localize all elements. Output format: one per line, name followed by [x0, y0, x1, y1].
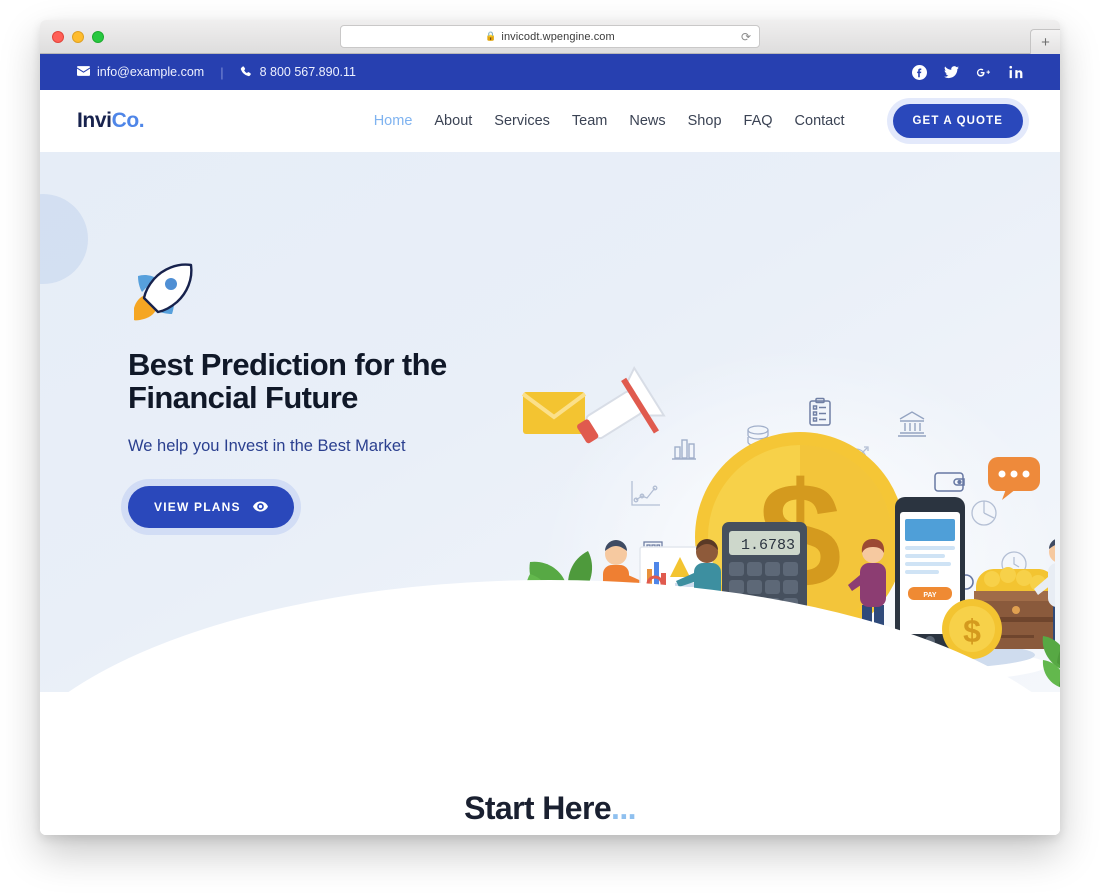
hero-heading-line1: Best Prediction for the	[128, 347, 447, 382]
envelope-icon	[77, 65, 90, 79]
email-text: info@example.com	[97, 65, 205, 79]
start-here-text: Start Here	[464, 790, 612, 826]
reload-icon[interactable]: ⟳	[741, 30, 751, 44]
phone-text: 8 800 567.890.11	[259, 65, 356, 79]
rocket-icon	[128, 262, 198, 324]
phone-contact[interactable]: 8 800 567.890.11	[240, 65, 356, 79]
nav-item-services[interactable]: Services	[494, 113, 550, 129]
decorative-circle	[40, 194, 88, 284]
eye-icon	[252, 501, 268, 512]
page-viewport: info@example.com | 8 800 567.890.11 Invi…	[40, 54, 1060, 835]
start-here-dots: ...	[611, 790, 636, 826]
nav-item-home[interactable]: Home	[374, 113, 413, 129]
main-navbar: InviCo. Home About Services Team News Sh…	[40, 90, 1060, 152]
minimize-window-button[interactable]	[72, 31, 84, 43]
nav-item-shop[interactable]: Shop	[688, 113, 722, 129]
social-links	[912, 64, 1023, 80]
nav-item-about[interactable]: About	[434, 113, 472, 129]
phone-icon	[240, 65, 253, 79]
phone-pay-label: PAY	[923, 592, 937, 599]
logo-accent-text: Co.	[111, 109, 145, 132]
url-text: invicodt.wpengine.com	[501, 30, 615, 43]
email-contact[interactable]: info@example.com	[77, 65, 204, 79]
google-plus-icon[interactable]	[976, 65, 991, 80]
browser-titlebar: 🔒 invicodt.wpengine.com ⟳ +	[40, 20, 1060, 54]
calculator-display: 1.6783	[741, 537, 795, 554]
facebook-icon[interactable]	[912, 64, 927, 80]
close-window-button[interactable]	[52, 31, 64, 43]
start-here-title: Start Here...	[464, 790, 636, 827]
start-here-section: Start Here...	[40, 692, 1060, 835]
contact-info-group: info@example.com | 8 800 567.890.11	[77, 65, 356, 80]
hero-heading-line2: Financial Future	[128, 380, 358, 416]
linkedin-icon[interactable]	[1008, 65, 1023, 80]
hero-section: $ $	[40, 152, 1060, 692]
site-logo[interactable]: InviCo.	[77, 109, 145, 133]
primary-menu: Home About Services Team News Shop FAQ C…	[374, 104, 1023, 138]
nav-item-team[interactable]: Team	[572, 113, 607, 129]
logo-primary-text: Invi	[77, 109, 112, 132]
maximize-window-button[interactable]	[92, 31, 104, 43]
nav-item-faq[interactable]: FAQ	[744, 113, 773, 129]
svg-text:$: $	[963, 613, 981, 649]
top-contact-bar: info@example.com | 8 800 567.890.11	[40, 54, 1060, 90]
palm-plant	[1028, 622, 1060, 692]
hero-copy: Best Prediction for the Financial Future…	[128, 262, 548, 528]
nav-item-news[interactable]: News	[629, 113, 665, 129]
hero-subheading: We help you Invest in the Best Market	[128, 436, 406, 455]
new-tab-button[interactable]: +	[1030, 29, 1060, 54]
address-bar[interactable]: 🔒 invicodt.wpengine.com ⟳	[340, 25, 760, 48]
lock-icon: 🔒	[485, 31, 497, 41]
nav-item-contact[interactable]: Contact	[795, 113, 845, 129]
contact-separator: |	[220, 64, 224, 80]
browser-window: 🔒 invicodt.wpengine.com ⟳ + info@example…	[40, 20, 1060, 835]
get-a-quote-button[interactable]: GET A QUOTE	[892, 104, 1023, 138]
hero-heading: Best Prediction for the Financial Future	[128, 348, 548, 415]
view-plans-button[interactable]: VIEW PLANS	[128, 485, 294, 528]
twitter-icon[interactable]	[944, 65, 959, 80]
view-plans-label: VIEW PLANS	[154, 499, 241, 514]
window-controls[interactable]	[52, 31, 104, 43]
